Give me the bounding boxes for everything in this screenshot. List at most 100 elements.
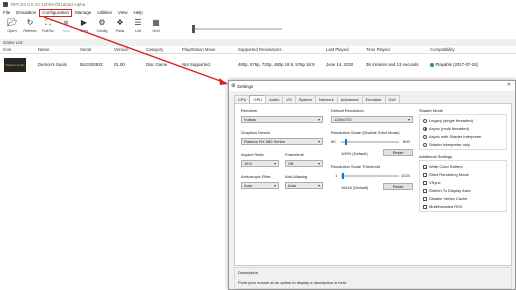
resolution-scale-reset-button[interactable]: Reset (383, 149, 413, 156)
stop-icon: ■ (63, 18, 69, 27)
grid-button[interactable]: ▦ Grid (147, 17, 165, 39)
refresh-button[interactable]: ↻ Refresh (21, 17, 39, 39)
list-icon: ☰ (134, 18, 142, 27)
menu-utilities[interactable]: Utilities (94, 9, 115, 17)
scaling-threshold-reset-button[interactable]: Reset (383, 183, 413, 190)
col-icon[interactable]: Icon (3, 46, 11, 54)
description-text: Point your mouse at an option to display… (238, 280, 348, 285)
gear-icon: ⚙ (98, 18, 106, 27)
col-serial[interactable]: Serial (80, 46, 91, 54)
settings-dialog: ⚙ Settings ✕ CPU GPU Audio I/O System Ne… (228, 80, 516, 290)
scaling-threshold-slider[interactable] (341, 173, 399, 179)
settings-title: Settings (237, 83, 254, 89)
default-resolution-label: Default Resolution (331, 108, 364, 113)
open-button[interactable]: 📂︎ Open (3, 17, 21, 39)
tab-audio[interactable]: Audio (265, 95, 284, 103)
radio-icon (423, 118, 427, 123)
cell-move: Not Supported (182, 62, 210, 67)
cell-serial: BLES00932 (80, 62, 103, 67)
description-label: Description (238, 270, 259, 275)
checkbox-icon (423, 188, 427, 193)
strict-rendering-checkbox[interactable]: Strict Rendering Mode (423, 172, 469, 177)
tab-advanced[interactable]: Advanced (336, 95, 363, 103)
col-category[interactable]: Category (146, 46, 163, 54)
tab-system[interactable]: System (294, 95, 317, 103)
scaling-threshold-max: 1024 (401, 173, 410, 178)
cell-time-played: 36 minutes and 13 seconds (366, 62, 419, 67)
config-button[interactable]: ⚙ Config (93, 17, 111, 39)
col-resolutions[interactable]: Supported Resolutions (238, 46, 281, 54)
cell-name: Demon's Souls (38, 62, 67, 67)
col-move[interactable]: PlayStation Move (182, 46, 215, 54)
tab-emulator[interactable]: Emulator (361, 95, 386, 103)
cell-category: Disc Game (146, 62, 168, 67)
stop-button[interactable]: ■ Stop (57, 17, 75, 39)
radio-selected-icon (423, 126, 427, 131)
refresh-icon: ↻ (26, 18, 34, 27)
menu-configuration[interactable]: Configuration (39, 9, 73, 17)
default-resolution-select[interactable]: 1280x720 (331, 116, 413, 123)
arrow-head (219, 78, 228, 85)
renderer-select[interactable]: Vulkan (241, 116, 323, 123)
multithreaded-rsx-checkbox[interactable]: Multithreaded RSX (423, 204, 463, 209)
fullscreen-button[interactable]: ⛶ FullScr (39, 17, 57, 39)
shader-async-radio[interactable]: Async (multi threaded) (423, 126, 469, 131)
tab-gui[interactable]: GUI (384, 95, 400, 103)
renderer-label: Renderer (241, 108, 258, 113)
fullscreen-icon: ⛶ (45, 18, 51, 27)
col-last-played[interactable]: Last Played (326, 46, 348, 54)
framelimit-label: Framelimit (285, 152, 304, 157)
play-icon: ▶ (80, 18, 88, 27)
menu-manage[interactable]: Manage (72, 9, 94, 17)
slider-handle[interactable] (192, 25, 195, 33)
checkbox-checked-icon: ✓ (423, 164, 428, 170)
shader-mode-group: Legacy (single threaded) Async (multi th… (419, 114, 507, 150)
tab-cpu[interactable]: CPU (234, 95, 251, 103)
title-bar: RPCS3 0.0.10-10009-ff01ab0d Alpha (0, 0, 516, 9)
shader-async-interpreter-radio[interactable]: Async with Shader Interpreter (423, 134, 482, 139)
menu-file[interactable]: File (0, 9, 13, 17)
vsync-checkbox[interactable]: VSync (423, 180, 441, 185)
tab-gpu[interactable]: GPU (249, 95, 267, 103)
graphics-device-select[interactable]: Radeon RX 580 Series (241, 138, 323, 145)
tab-io[interactable]: I/O (282, 95, 296, 103)
col-time-played[interactable]: Time Played (366, 46, 390, 54)
additional-settings-label: Additional Settings (419, 154, 453, 159)
shader-interpreter-radio[interactable]: Shader Interpreter only (423, 142, 470, 147)
col-version[interactable]: Version (114, 46, 128, 54)
disable-vertex-cache-checkbox[interactable]: Disable Vertex Cache (423, 196, 467, 201)
checkbox-icon (423, 180, 427, 185)
scaling-threshold-min: 1 (335, 173, 338, 178)
menu-help[interactable]: Help (131, 9, 146, 17)
shader-legacy-radio[interactable]: Legacy (single threaded) (423, 118, 473, 123)
scaling-threshold-handle[interactable] (342, 173, 345, 179)
description-box: Description Point your mouse at an optio… (234, 267, 512, 289)
table-row[interactable]: Demon's Souls Demon's Souls BLES00932 01… (0, 55, 516, 75)
close-icon[interactable]: ✕ (507, 82, 511, 88)
anisotropic-select[interactable]: Auto (241, 182, 279, 189)
game-list-header: Icon Name Serial Version Category PlaySt… (0, 46, 516, 54)
col-compatibility[interactable]: Compatibility (430, 46, 455, 54)
checkbox-icon (423, 172, 427, 177)
start-button[interactable]: ▶ Start (75, 17, 93, 39)
aspect-ratio-label: Aspect Ratio (241, 152, 264, 157)
pads-button[interactable]: ❖ Pads (111, 17, 129, 39)
tab-network[interactable]: Network (315, 95, 338, 103)
aspect-ratio-select[interactable]: 16:9 (241, 160, 279, 167)
gpu-panel: Renderer Vulkan Graphics Device Radeon R… (234, 103, 512, 266)
resolution-scale-slider[interactable] (341, 139, 399, 145)
menu-view[interactable]: View (115, 9, 131, 17)
anti-aliasing-select[interactable]: Auto (285, 182, 323, 189)
app-logo-icon (3, 2, 8, 7)
stretch-display-checkbox[interactable]: Stretch To Display Area (423, 188, 471, 193)
col-name[interactable]: Name (38, 46, 49, 54)
framelimit-select[interactable]: Off (285, 160, 323, 167)
icon-size-slider[interactable] (192, 25, 282, 33)
menu-emulation[interactable]: Emulation (13, 9, 39, 17)
list-button[interactable]: ☰ List (129, 17, 147, 39)
additional-settings-group: ✓ Write Color Buffers Strict Rendering Mo… (419, 160, 507, 212)
cell-compatibility: Playable (2017-07-26) (430, 55, 478, 75)
write-color-buffers-checkbox[interactable]: ✓ Write Color Buffers (423, 164, 463, 169)
resolution-scale-handle[interactable] (345, 139, 348, 145)
game-thumbnail: Demon's Souls (4, 58, 26, 72)
